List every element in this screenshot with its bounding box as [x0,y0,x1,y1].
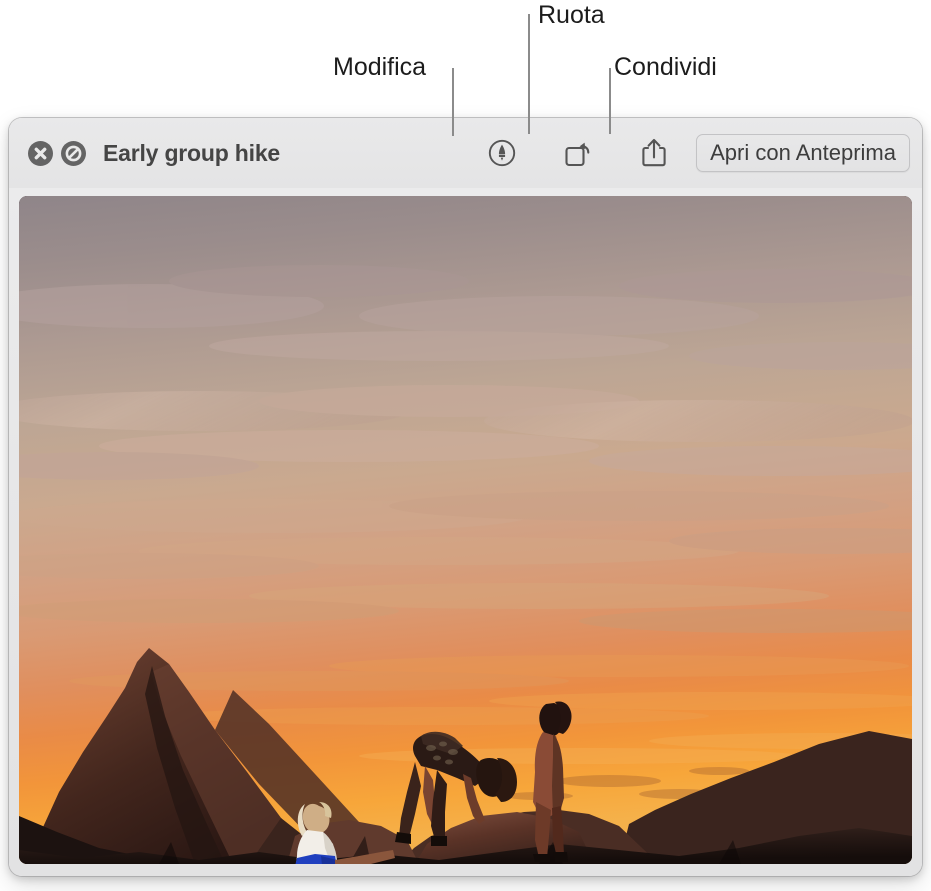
callout-label-ruota: Ruota [538,1,605,29]
open-with-preview-button[interactable]: Apri con Anteprima [696,134,910,172]
window-toolbar: Early group hike Apri con Anteprima [9,118,922,188]
close-button[interactable] [28,140,53,166]
callout-leader-line-ruota [528,14,530,134]
photo-container [19,196,912,864]
open-with-preview-label: Apri con Anteprima [710,140,896,165]
markup-button[interactable] [482,133,522,173]
callout-label-modifica: Modifica [333,53,427,81]
markup-pen-circle-icon [487,138,517,168]
rotate-button[interactable] [557,133,597,173]
mute-button[interactable] [61,140,86,166]
quick-look-window: Early group hike Apri con Anteprima [9,118,922,876]
callout-label-condividi: Condividi [614,53,717,81]
hikers-sunset-photo [19,196,912,864]
close-icon [28,141,53,166]
share-box-arrow-up-icon [638,136,670,170]
share-button[interactable] [634,133,674,173]
window-title: Early group hike [103,139,281,166]
no-entry-icon [61,141,86,166]
rotate-square-arrow-icon [561,137,593,169]
